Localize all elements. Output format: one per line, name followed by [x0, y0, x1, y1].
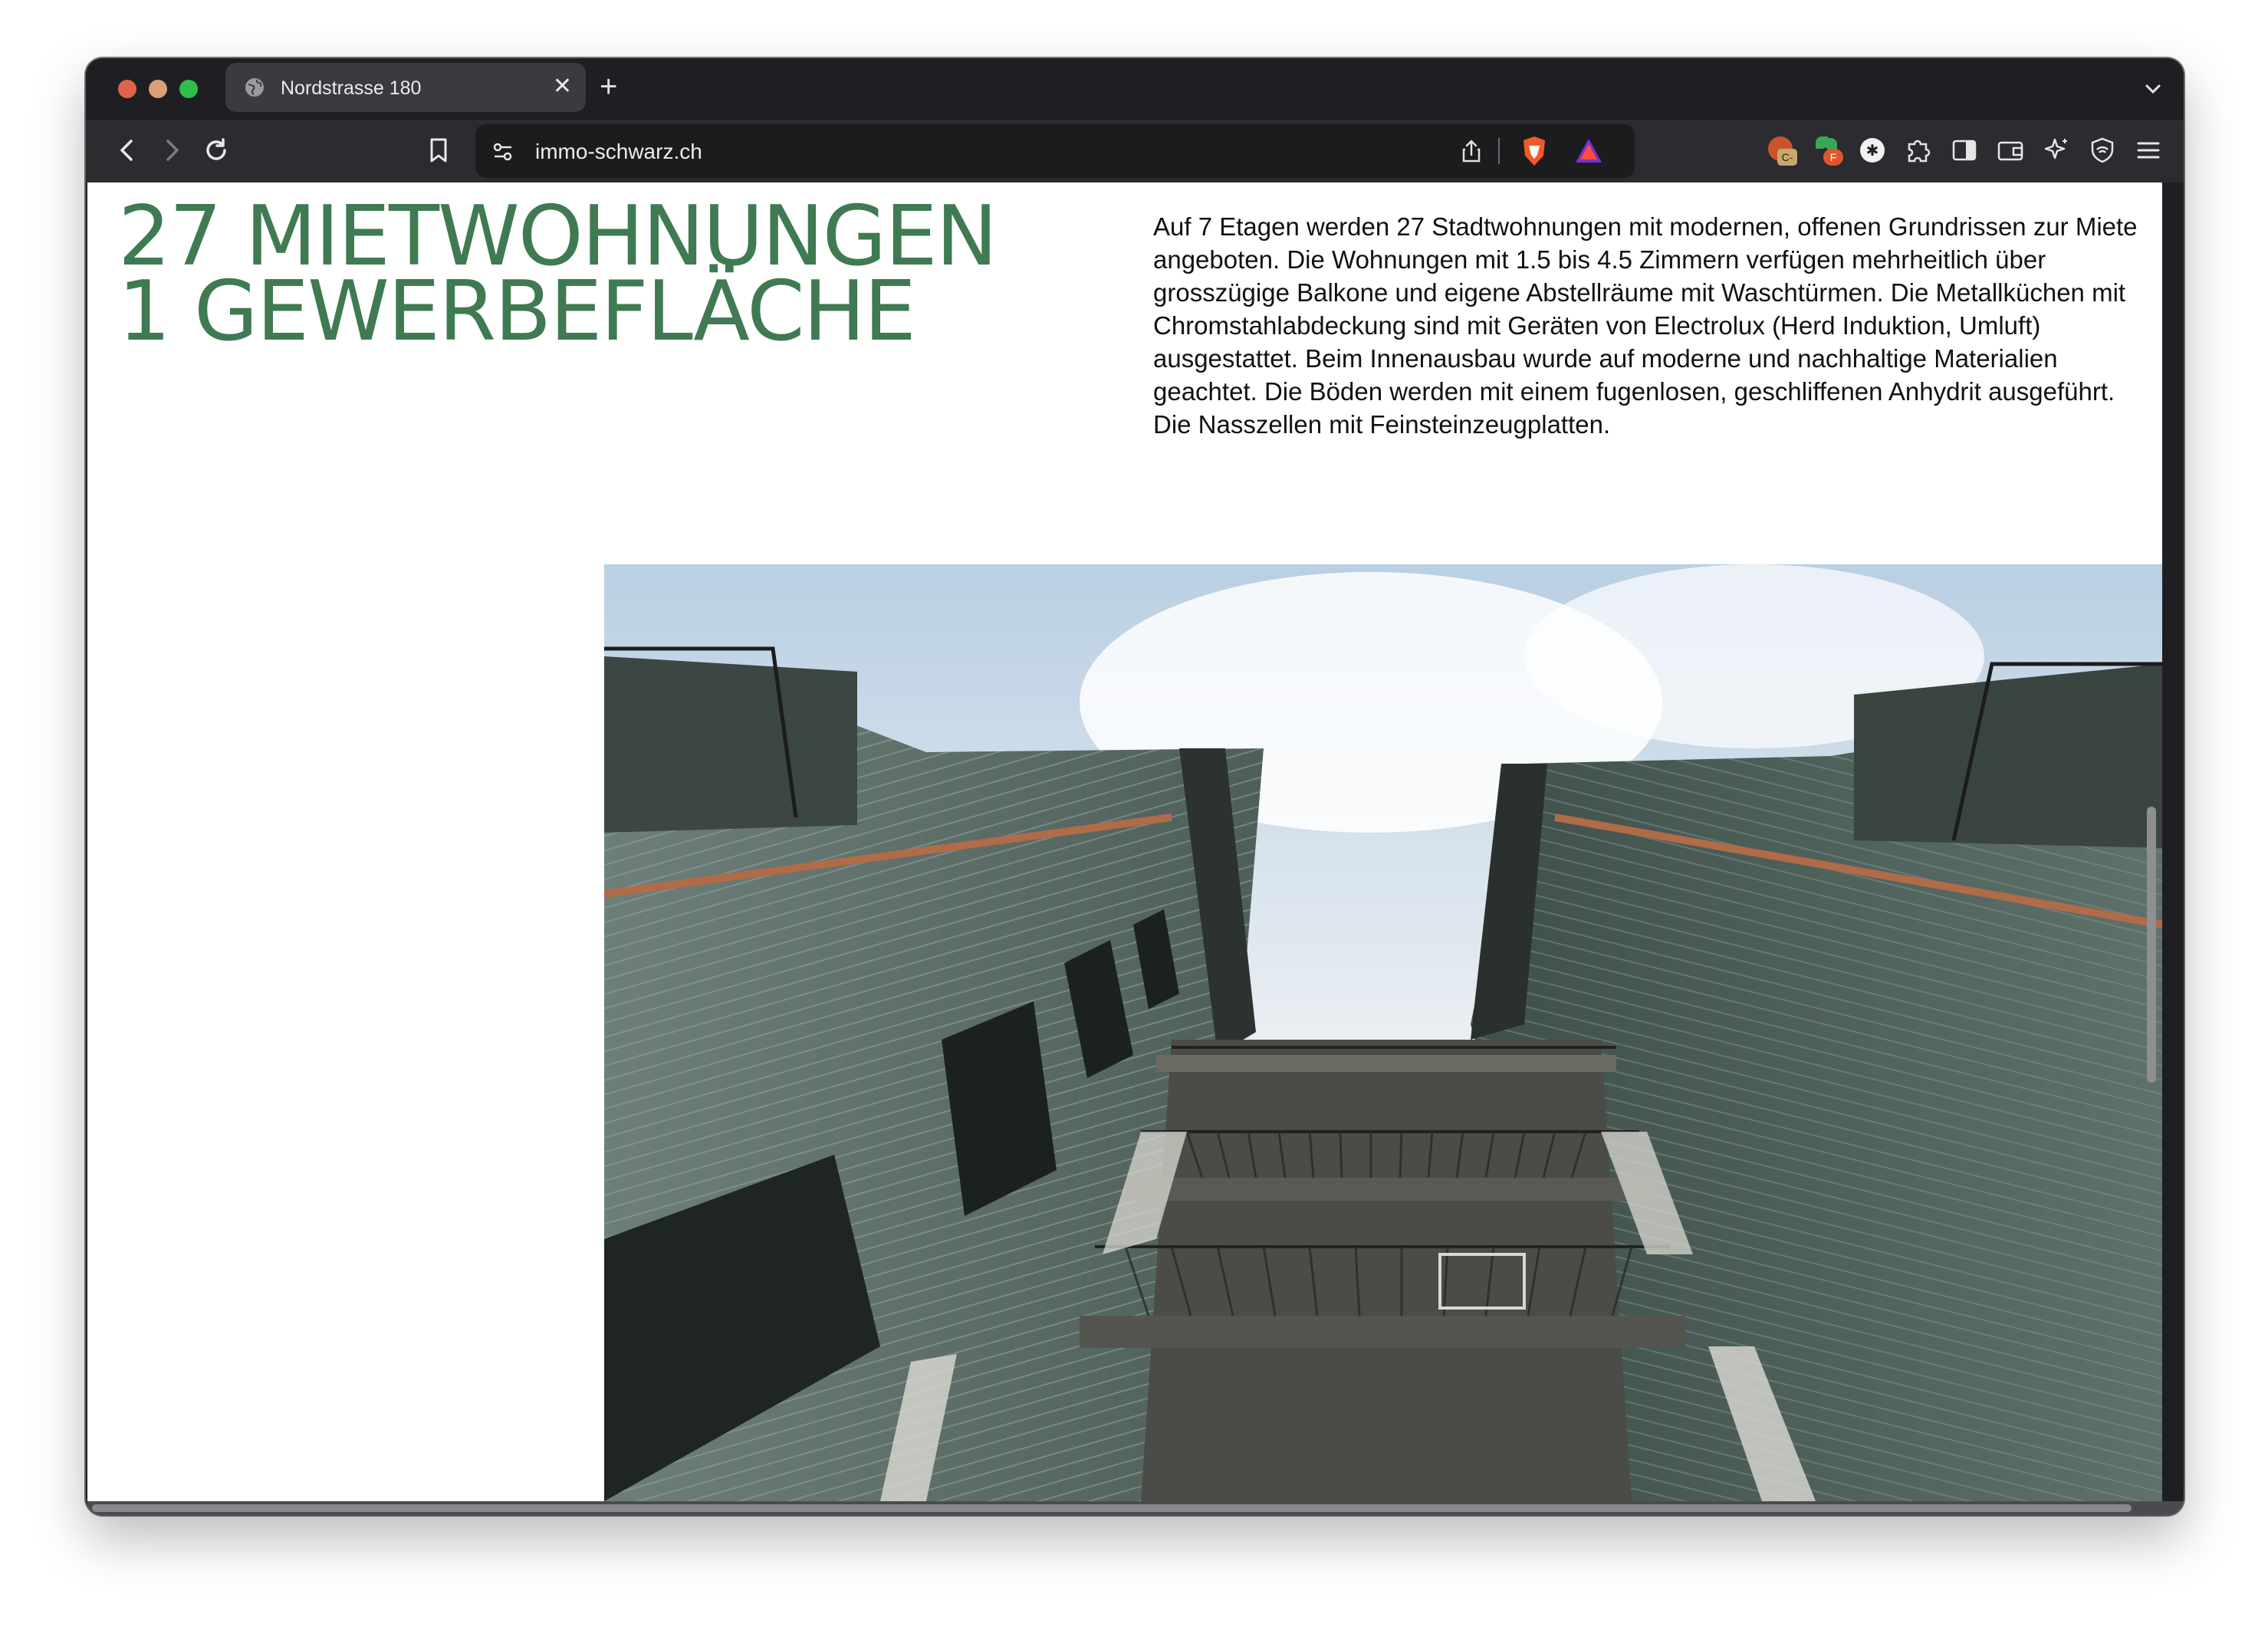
window-close-button[interactable] [118, 80, 136, 98]
window-minimize-button[interactable] [149, 80, 167, 98]
back-icon[interactable] [112, 135, 143, 166]
toolbar: immo-schwarz.ch C- F ✱ [86, 120, 2184, 182]
reload-icon[interactable] [201, 135, 232, 166]
bookmark-icon[interactable] [423, 135, 454, 166]
wallet-icon[interactable] [1995, 135, 2026, 166]
menu-icon[interactable] [2133, 135, 2164, 166]
tab-nordstrasse[interactable]: Nordstrasse 180 ✕ [225, 63, 586, 112]
browser-window: Nordstrasse 180 ✕ + immo-schwarz.ch C- F… [86, 58, 2184, 1515]
leo-ai-icon[interactable] [2041, 135, 2072, 166]
brave-shield-icon[interactable] [1520, 135, 1549, 167]
headline-line-2: 1 GEWERBEFLÄCHE [118, 264, 916, 360]
vpn-icon[interactable] [2087, 135, 2118, 166]
globe-icon [245, 78, 264, 97]
extension-f-icon[interactable]: F [1813, 135, 1843, 166]
building-photo [604, 564, 2162, 1501]
brave-rewards-icon[interactable] [1573, 136, 1604, 166]
sidebar-icon[interactable] [1949, 135, 1980, 166]
svg-text:✱: ✱ [1866, 141, 1879, 159]
tab-bar: Nordstrasse 180 ✕ + [86, 58, 2184, 120]
divider [1498, 138, 1500, 164]
url-text: immo-schwarz.ch [535, 140, 702, 163]
puzzle-icon[interactable] [1903, 135, 1934, 166]
page-headline: 27 MIETWOHNUNGEN 1 GEWERBEFLÄCHE [118, 196, 998, 360]
share-icon[interactable] [1458, 138, 1484, 164]
forward-icon[interactable] [156, 135, 187, 166]
vertical-scrollbar[interactable] [2147, 807, 2156, 1083]
tab-title: Nordstrasse 180 [281, 77, 422, 99]
address-bar[interactable]: immo-schwarz.ch [475, 124, 1635, 178]
description-text: Auf 7 Etagen werden 27 Stadtwohnungen mi… [1153, 212, 2138, 439]
extension-badge: F [1823, 149, 1843, 166]
extension-badge: C- [1777, 149, 1797, 166]
new-tab-button[interactable]: + [600, 67, 617, 106]
window-zoom-button[interactable] [179, 80, 198, 98]
extension-asterisk-icon[interactable]: ✱ [1857, 135, 1888, 166]
page-content: 27 MIETWOHNUNGEN 1 GEWERBEFLÄCHE Auf 7 E… [87, 182, 2162, 1501]
site-settings-icon[interactable] [491, 140, 515, 164]
chevron-down-icon[interactable] [2142, 78, 2164, 100]
horizontal-scrollbar-thumb[interactable] [92, 1504, 2132, 1512]
tab-close-icon[interactable]: ✕ [553, 74, 572, 100]
extension-c-icon[interactable]: C- [1767, 135, 1797, 166]
horizontal-scrollbar[interactable] [87, 1501, 2184, 1515]
